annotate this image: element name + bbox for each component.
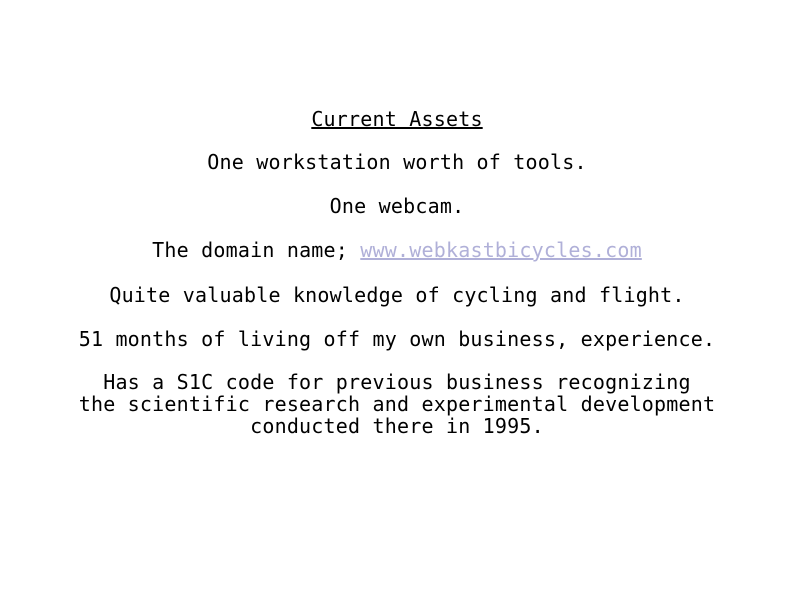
paragraph-line: the scientific research and experimental…	[78, 392, 716, 416]
slide: Current Assets One workstation worth of …	[0, 0, 794, 595]
domain-label: The domain name;	[152, 238, 361, 262]
sic-code-paragraph: Has a S1C code for previous business rec…	[0, 371, 794, 437]
asset-item-webcam: One webcam.	[329, 194, 465, 218]
asset-item-experience: 51 months of living off my own business,…	[78, 327, 716, 351]
asset-item-workstation: One workstation worth of tools.	[207, 150, 587, 174]
asset-item-domain: The domain name; www.webkastbicycles.com	[0, 239, 794, 261]
paragraph-line: Has a S1C code for previous business rec…	[103, 370, 691, 394]
paragraph-line: conducted there in 1995.	[250, 414, 544, 438]
slide-title: Current Assets	[311, 107, 483, 131]
asset-item-knowledge: Quite valuable knowledge of cycling and …	[109, 283, 685, 307]
domain-link[interactable]: www.webkastbicycles.com	[360, 238, 642, 262]
